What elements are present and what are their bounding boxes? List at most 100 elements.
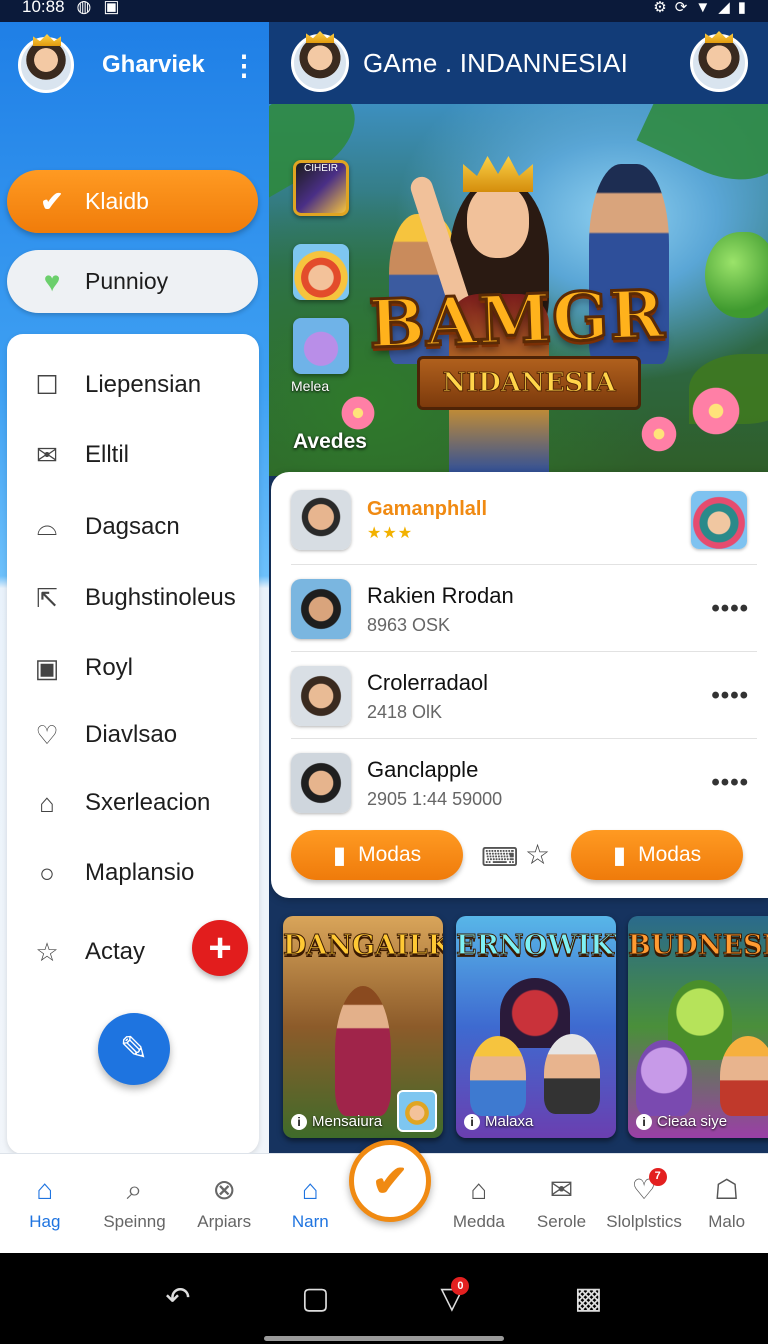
app-avatar[interactable] bbox=[291, 34, 349, 92]
info-icon: i bbox=[636, 1113, 652, 1130]
player-row[interactable]: Crolerradaol 2418 OlK •••• bbox=[291, 658, 761, 734]
drawer-item-actay[interactable]: ☆ Actay bbox=[29, 932, 145, 972]
game-card[interactable]: DANGAILK i Mensaiura bbox=[283, 916, 443, 1138]
main-bottom-nav: ⌂ Narn ⌂ Medda ✉ Serole ♡ 7 Slolplstics ☖… bbox=[269, 1153, 768, 1253]
drawer-item-label: Diavlsao bbox=[85, 721, 178, 748]
drawer-item-elltil[interactable]: ✉ Elltil bbox=[29, 435, 129, 475]
circle-icon: ○ bbox=[39, 857, 55, 888]
main-nav-label: Medda bbox=[452, 1211, 505, 1231]
drawer-item-label: Royl bbox=[85, 654, 134, 681]
game-card-label: i Malaxa bbox=[464, 1113, 533, 1130]
hero-banner[interactable]: BAMGR NIDANESIA CIHEIR Melea Avedes bbox=[269, 104, 768, 476]
heart-outline-icon: ♡ bbox=[35, 719, 59, 750]
check-icon: ✔ bbox=[371, 1156, 409, 1206]
more-horiz-icon[interactable]: •••• bbox=[711, 769, 749, 797]
player-row[interactable]: Rakien Rrodan 8963 OSK •••• bbox=[291, 571, 761, 647]
main-nav-malo[interactable]: ☖ Malo bbox=[685, 1154, 768, 1253]
ball-icon: ⊗ bbox=[212, 1173, 236, 1205]
status-time: 10:88 bbox=[22, 0, 65, 16]
game-character bbox=[470, 1036, 526, 1116]
game-character bbox=[720, 1036, 768, 1116]
main-nav-slolplstics[interactable]: ♡ 7 Slolplstics bbox=[603, 1154, 686, 1253]
drawer-nav-speinng[interactable]: ⌕ Speinng bbox=[90, 1154, 180, 1253]
qr-code-icon[interactable]: ▩ bbox=[574, 1281, 602, 1316]
player-row[interactable]: Ganclapple 2905 1:44 59000 •••• bbox=[291, 745, 761, 821]
row-divider bbox=[291, 564, 757, 565]
drawer-item-label: Maplansio bbox=[85, 859, 195, 886]
player-avatar bbox=[291, 490, 351, 550]
info-icon: i bbox=[291, 1113, 307, 1130]
game-card-label-text: Cieaa siye bbox=[657, 1113, 728, 1130]
main-nav-medda[interactable]: ⌂ Medda bbox=[438, 1154, 521, 1253]
drawer-item-label: Elltil bbox=[85, 441, 130, 468]
wifi-icon: ▼ bbox=[695, 0, 711, 16]
player-avatar bbox=[291, 666, 351, 726]
game-thumbnail[interactable]: CIHEIR bbox=[293, 160, 349, 216]
drawer-item-sxerleacion[interactable]: ⌂ Sxerleacion bbox=[29, 783, 210, 823]
main-nav-label: Malo bbox=[708, 1211, 746, 1231]
more-horiz-icon[interactable]: •••• bbox=[711, 682, 749, 710]
status-bar: 10:88 ◍ ▣ ⚙ ⟳ ▼ ◢ ▮ bbox=[0, 0, 768, 22]
game-card[interactable]: BUDNESM i Cieaa siye bbox=[628, 916, 768, 1138]
heart-icon: ♥ bbox=[43, 265, 61, 297]
game-thumbnail[interactable] bbox=[293, 318, 349, 374]
more-horiz-icon[interactable]: •••• bbox=[711, 595, 749, 623]
game-card[interactable]: ERNOWIKY i Malaxa bbox=[456, 916, 616, 1138]
game-character bbox=[335, 986, 391, 1116]
game-card-label: i Cieaa siye bbox=[636, 1113, 727, 1130]
drawer-item-bughstinoleus[interactable]: ⇱ Bughstinoleus bbox=[29, 578, 236, 618]
drawer-item-royl[interactable]: ▣ Royl bbox=[29, 648, 133, 688]
drawer-item-label: Actay bbox=[85, 938, 146, 965]
player-avatar bbox=[291, 579, 351, 639]
player-name: Gamanphlall bbox=[367, 497, 488, 520]
primary-drawer-button[interactable]: ✔ Klaidb bbox=[7, 170, 258, 233]
status-app-icon: ◍ bbox=[76, 0, 92, 16]
center-action-button[interactable]: ✔ bbox=[349, 1140, 431, 1222]
player-name: Ganclapple bbox=[367, 756, 479, 782]
app-bar: GAme . INDANNESIAI bbox=[269, 22, 768, 104]
sync-status-icon: ⟳ bbox=[674, 0, 688, 16]
drawer-nav-arpiars[interactable]: ⊗ Arpiars bbox=[179, 1154, 269, 1253]
status-photo-icon: ▣ bbox=[103, 0, 120, 16]
drawer-item-diavlsao[interactable]: ♡ Diavlsao bbox=[29, 715, 177, 755]
recents-icon[interactable]: ▢ bbox=[301, 1281, 329, 1316]
player-list-card: Gamanphlall ★★★ Rakien Rrodan 8963 OSK •… bbox=[271, 472, 768, 898]
modas-button-left[interactable]: ▮ Modas bbox=[291, 830, 463, 880]
flower-decoration bbox=[639, 414, 679, 454]
game-card-label-text: Mensaiura bbox=[312, 1113, 383, 1130]
notification-icon[interactable]: ▽ 0 bbox=[440, 1277, 470, 1316]
game-thumbnail[interactable] bbox=[293, 244, 349, 300]
notification-badge: 7 bbox=[648, 1167, 667, 1186]
drawer-nav-hag[interactable]: ⌂ Hag bbox=[0, 1154, 90, 1253]
player-row[interactable]: Gamanphlall ★★★ bbox=[291, 482, 761, 558]
drawer-item-maplansio[interactable]: ○ Maplansio bbox=[29, 853, 194, 893]
thumbnail-label: CIHEIR bbox=[304, 163, 338, 174]
star-house-icon: ⌂ bbox=[39, 787, 55, 818]
chat-icon[interactable]: ⌨ bbox=[481, 842, 519, 873]
primary-drawer-button-label: Klaidb bbox=[85, 188, 149, 214]
user-avatar[interactable] bbox=[18, 37, 74, 93]
main-nav-narn[interactable]: ⌂ Narn bbox=[269, 1154, 352, 1253]
basket-icon: ⌓ bbox=[36, 511, 58, 541]
more-vert-icon[interactable]: ⋮ bbox=[230, 49, 258, 82]
profile-avatar[interactable] bbox=[690, 34, 748, 92]
edit-icon: ☐ bbox=[35, 369, 59, 400]
compose-button[interactable]: ✎ bbox=[98, 1013, 170, 1085]
settings-status-icon: ⚙ bbox=[653, 0, 667, 16]
main-nav-serole[interactable]: ✉ Serole bbox=[520, 1154, 603, 1253]
add-button[interactable]: + bbox=[192, 920, 248, 976]
home-indicator[interactable] bbox=[264, 1336, 504, 1341]
house-icon: ⌂ bbox=[301, 1173, 319, 1205]
star-outline-icon[interactable]: ☆ bbox=[525, 838, 550, 871]
drawer-item-dagsacn[interactable]: ⌓ Dagsacn bbox=[29, 507, 180, 547]
drawer-nav-label: Arpiars bbox=[197, 1211, 252, 1231]
drawer-item-liepensian[interactable]: ☐ Liepensian bbox=[29, 365, 201, 405]
game-card-title: BUDNESM bbox=[628, 930, 768, 962]
star-icon: ☆ bbox=[35, 936, 59, 967]
flower-decoration bbox=[689, 384, 743, 438]
drawer-bottom-nav: ⌂ Hag ⌕ Speinng ⊗ Arpiars bbox=[0, 1153, 269, 1253]
modas-button-right[interactable]: ▮ Modas bbox=[571, 830, 743, 880]
secondary-drawer-button[interactable]: ♥ Punnioy bbox=[7, 250, 258, 313]
back-icon[interactable]: ↶ bbox=[165, 1281, 190, 1316]
game-badge-thumbnail[interactable] bbox=[691, 491, 747, 549]
